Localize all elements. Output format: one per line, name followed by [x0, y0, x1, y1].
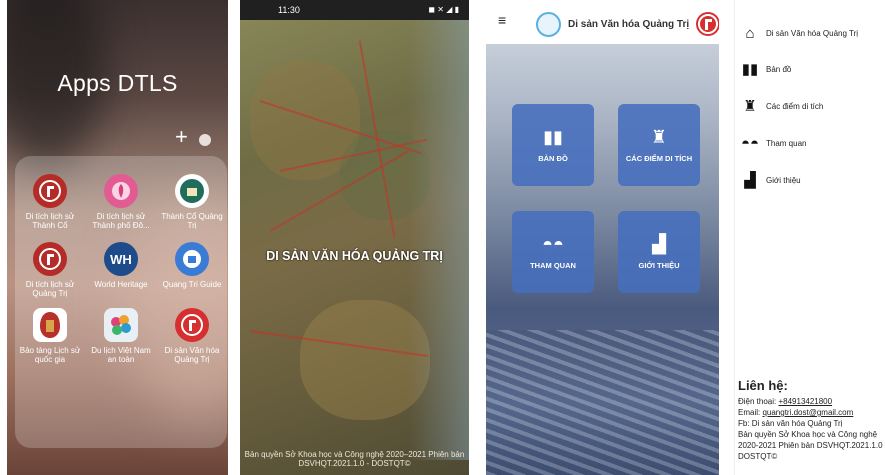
app-label: Di tích lịch sử Thành phố Đô...	[92, 212, 150, 230]
menu-item-cac-diem-di-tich[interactable]: ♜ Các điểm di tích	[735, 98, 885, 118]
app-di-tich-thanh-pho[interactable]: Di tích lịch sử Thành phố Đô...	[86, 174, 156, 230]
red-seal-icon	[696, 12, 719, 36]
app-di-tich-quang-tri[interactable]: Di tích lịch sử Quảng Trị	[15, 242, 85, 298]
app-label: Di sản Văn hóa Quảng Trị	[164, 346, 220, 364]
contact-copyright: DOSTQT©	[738, 452, 778, 461]
app-label: Bảo tàng Lịch sử quốc gia	[19, 346, 81, 364]
contact-phone: Điện thoại: +84913421800	[738, 397, 832, 407]
app-di-tich-thanh-co[interactable]: Di tích lịch sử Thành Cổ	[15, 174, 85, 230]
menu-item-label: Giới thiệu	[766, 176, 801, 185]
menu-item-gioi-thieu[interactable]: ▟ Giới thiệu	[735, 172, 885, 192]
app-header: ≡ Di sản Văn hóa Quảng Trị	[486, 0, 719, 44]
app-label: Quang Tri Guide	[162, 280, 222, 289]
menu-item-tham-quan[interactable]: ◓◓ Tham quan	[735, 135, 885, 155]
blue-guide-icon	[175, 242, 209, 276]
red-seal-icon	[33, 174, 67, 208]
tile-label: GIỚI THIỆU	[638, 261, 680, 270]
app-logo	[536, 12, 561, 37]
castle-icon: ♜	[650, 127, 668, 147]
menu-item-label: Di sản Văn hóa Quảng Trị	[766, 29, 859, 38]
sticky-note-icon: ▟	[744, 172, 756, 189]
tile-label: THAM QUAN	[530, 261, 576, 270]
red-seal-icon	[33, 242, 67, 276]
page-indicator-dot	[199, 134, 211, 146]
app-label: Du lịch Việt Nam an toàn	[91, 346, 151, 364]
app-world-heritage[interactable]: WH World Heritage	[86, 242, 156, 289]
home-icon: ⌂	[745, 25, 755, 42]
home-screen: ≡ Di sản Văn hóa Quảng Trị ▮▮ BẢN ĐỒ ♜ C…	[486, 0, 719, 475]
map-icon: ▮▮	[741, 61, 759, 78]
app-bao-tang[interactable]: Bảo tàng Lịch sử quốc gia	[15, 308, 85, 364]
menu-item-label: Bản đồ	[766, 65, 792, 74]
tile-tham-quan[interactable]: ◓◓ THAM QUAN	[512, 211, 594, 293]
app-folder: Di tích lịch sử Thành Cổ Di tích lịch sử…	[15, 156, 227, 448]
folder-title[interactable]: Apps DTLS	[7, 70, 228, 97]
tile-ban-do[interactable]: ▮▮ BẢN ĐỒ	[512, 104, 594, 186]
world-heritage-icon: WH	[104, 242, 138, 276]
app-folder-screen: Apps DTLS + Di tích lịch sử Thành Cổ Di …	[7, 0, 228, 475]
castle-icon: ♜	[743, 98, 757, 115]
status-time: 11:30	[278, 5, 300, 15]
app-di-san-van-hoa[interactable]: Di sản Văn hóa Quảng Trị	[157, 308, 227, 364]
red-seal-icon	[175, 308, 209, 342]
tile-label: BẢN ĐỒ	[538, 154, 568, 163]
menu-icon[interactable]: ≡	[498, 13, 510, 27]
side-menu-screen: ⌂ Di sản Văn hóa Quảng Trị ▮▮ Bản đồ ♜ C…	[734, 0, 885, 475]
menu-item-ban-do[interactable]: ▮▮ Bản đồ	[735, 61, 885, 81]
splash-copyright: Bản quyền Sở Khoa học và Công nghệ 2020–…	[244, 450, 465, 468]
binoculars-icon: ◓◓	[740, 135, 760, 152]
status-icons: ◼ ✕ ◢ ▮	[428, 5, 459, 14]
status-bar: 11:30 ◼ ✕ ◢ ▮	[240, 0, 469, 20]
map-sea	[409, 20, 469, 460]
app-label: Di tích lịch sử Quảng Trị	[25, 280, 75, 298]
app-du-lich-viet-nam[interactable]: Du lịch Việt Nam an toàn	[86, 308, 156, 364]
teal-emblem-icon	[175, 174, 209, 208]
menu-item-label: Các điểm di tích	[766, 102, 824, 111]
app-label: World Heritage	[94, 280, 148, 289]
email-label: Email:	[738, 408, 763, 417]
tile-gioi-thieu[interactable]: ▟ GIỚI THIỆU	[618, 211, 700, 293]
email-link[interactable]: quangtri.dost@gmail.com	[762, 408, 853, 417]
background-fields	[486, 330, 719, 475]
contact-fb: Fb: Di sản văn hóa Quảng Trị	[738, 419, 843, 428]
menu-item-label: Tham quan	[766, 139, 807, 148]
screenshot-collage: Apps DTLS + Di tích lịch sử Thành Cổ Di …	[0, 0, 885, 475]
splash-map-screen: 11:30 ◼ ✕ ◢ ▮ DI SẢN VĂN HÓA QUẢNG TRỊ B…	[240, 0, 469, 475]
contact-copyright: Bản quyền Sở Khoa học và Công nghệ	[738, 430, 878, 439]
contact-email: Email: quangtri.dost@gmail.com	[738, 408, 853, 418]
app-thanh-co-quang-tri[interactable]: Thành Cổ Quảng Trị	[157, 174, 227, 230]
map-icon: ▮▮	[543, 127, 563, 147]
phone-link[interactable]: +84913421800	[778, 397, 832, 406]
binoculars-icon: ◓◓	[542, 234, 564, 254]
app-title: Di sản Văn hóa Quảng Trị	[568, 19, 690, 30]
sticky-note-icon: ▟	[652, 234, 666, 254]
tile-cac-diem-di-tich[interactable]: ♜ CÁC ĐIỂM DI TÍCH	[618, 104, 700, 186]
app-quang-tri-guide[interactable]: Quang Tri Guide	[157, 242, 227, 289]
add-app-button[interactable]: +	[175, 126, 188, 148]
museum-icon	[33, 308, 67, 342]
contact-copyright: 2020-2021 Phiên bản DSVHQT.2021.1.0 -	[738, 441, 885, 450]
vietnam-tourism-icon	[104, 308, 138, 342]
splash-title: DI SẢN VĂN HÓA QUẢNG TRỊ	[266, 249, 443, 263]
phone-label: Điện thoại:	[738, 397, 779, 406]
app-label: Thành Cổ Quảng Trị	[161, 212, 223, 230]
tile-label: CÁC ĐIỂM DI TÍCH	[625, 154, 693, 163]
app-label: Di tích lịch sử Thành Cổ	[25, 212, 75, 230]
menu-item-home[interactable]: ⌂ Di sản Văn hóa Quảng Trị	[735, 25, 885, 45]
pink-flower-icon	[104, 174, 138, 208]
contact-title: Liên hệ:	[738, 378, 788, 393]
